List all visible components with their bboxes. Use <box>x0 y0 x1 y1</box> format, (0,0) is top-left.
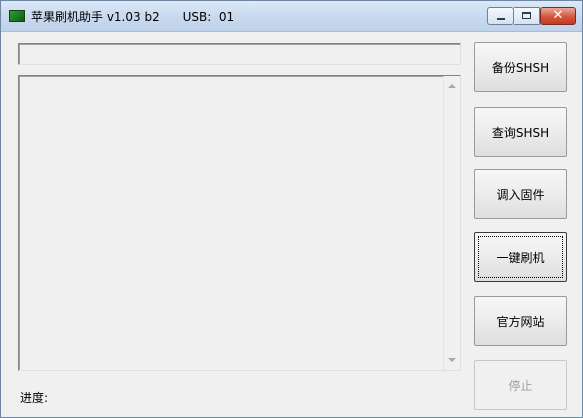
log-textarea[interactable] <box>18 75 461 371</box>
window-title: 苹果刷机助手 v1.03 b2 USB: 01 <box>31 10 235 24</box>
load-firmware-button[interactable]: 调入固件 <box>474 169 567 219</box>
scroll-up-arrow-icon[interactable] <box>448 84 456 88</box>
minimize-icon <box>497 18 505 20</box>
close-button[interactable]: ✕ <box>540 7 576 25</box>
minimize-button[interactable] <box>487 7 514 25</box>
vertical-scrollbar[interactable] <box>443 76 460 370</box>
progress-label: 进度: <box>20 391 49 405</box>
maximize-icon <box>522 12 531 19</box>
one-click-flash-button[interactable]: 一键刷机 <box>474 232 567 282</box>
official-site-button[interactable]: 官方网站 <box>474 296 567 346</box>
app-icon <box>9 10 25 22</box>
main-window: 苹果刷机助手 v1.03 b2 USB: 01 ✕ 进度: 备份SHSH 查询S… <box>0 0 583 418</box>
scroll-down-arrow-icon[interactable] <box>448 358 456 362</box>
close-icon: ✕ <box>552 8 564 23</box>
maximize-button[interactable] <box>514 7 540 25</box>
status-field <box>18 43 461 65</box>
title-bar[interactable]: 苹果刷机助手 v1.03 b2 USB: 01 ✕ <box>1 1 582 32</box>
backup-shsh-button[interactable]: 备份SHSH <box>474 42 567 92</box>
stop-button[interactable]: 停止 <box>474 360 567 410</box>
query-shsh-button[interactable]: 查询SHSH <box>474 107 567 157</box>
